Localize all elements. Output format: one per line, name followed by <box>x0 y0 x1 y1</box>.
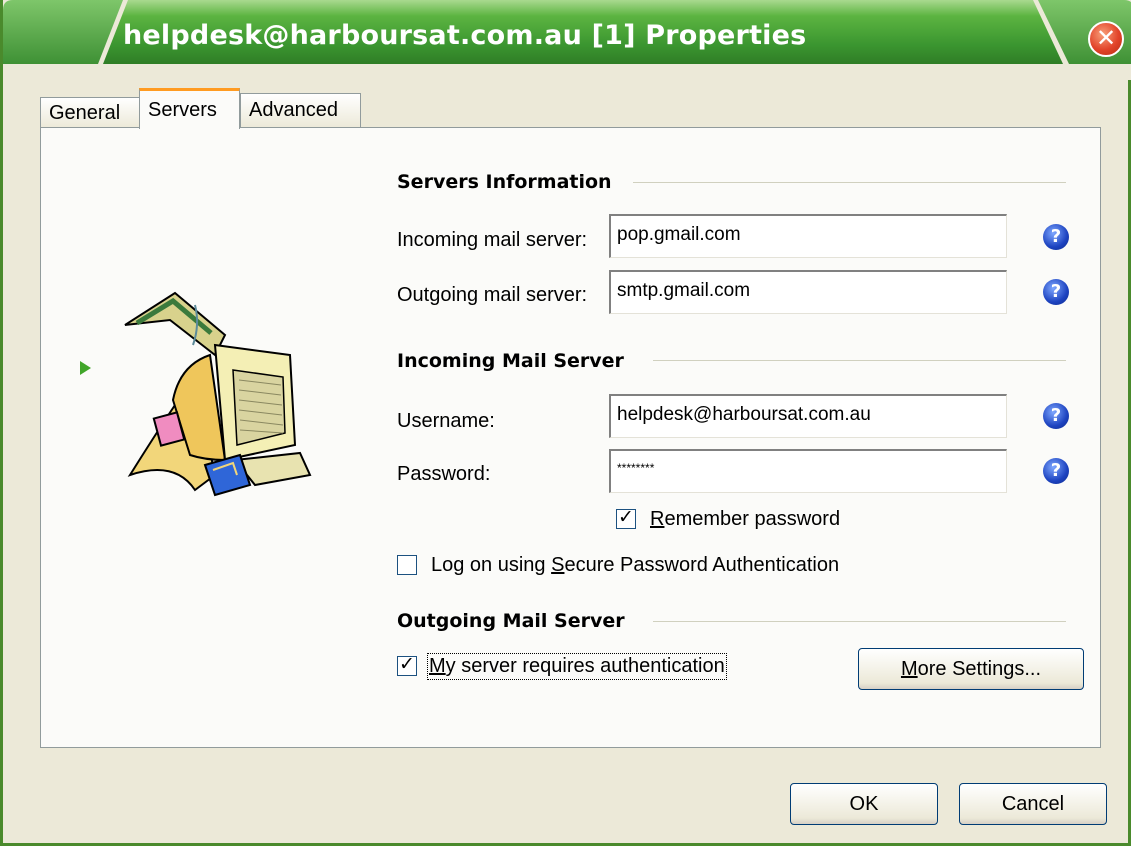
accelerator-key: M <box>429 655 446 677</box>
incoming-server-label: Incoming mail server: <box>397 229 588 251</box>
close-icon: ✕ <box>1095 24 1117 52</box>
cancel-label: Cancel <box>1001 793 1065 815</box>
close-button[interactable]: ✕ <box>1088 21 1124 57</box>
password-label: Password: <box>397 463 491 485</box>
help-icon[interactable]: ? <box>1043 403 1069 429</box>
spa-checkbox[interactable] <box>397 555 417 575</box>
play-arrow-icon <box>80 361 91 375</box>
spa-label[interactable]: Log on using Secure Password Authenticat… <box>431 554 839 577</box>
help-icon[interactable]: ? <box>1043 279 1069 305</box>
tab-servers[interactable]: Servers <box>139 88 240 129</box>
incoming-server-input[interactable]: pop.gmail.com <box>609 214 1007 258</box>
section-divider <box>653 621 1066 622</box>
remember-password-label[interactable]: Remember password <box>650 508 840 531</box>
outgoing-mail-server-heading: Outgoing Mail Server <box>397 610 625 632</box>
outgoing-server-input[interactable]: smtp.gmail.com <box>609 270 1007 314</box>
accelerator-key: R <box>650 508 665 530</box>
ok-label: OK <box>849 793 879 815</box>
label-rest: ecure Password Authentication <box>564 554 840 576</box>
window-title: helpdesk@harboursat.com.au [1] Propertie… <box>123 20 807 51</box>
accelerator-key: S <box>551 554 565 576</box>
label-rest: emember password <box>664 508 841 530</box>
help-icon[interactable]: ? <box>1043 224 1069 250</box>
mail-computer-illustration <box>124 291 312 497</box>
tab-servers-label: Servers <box>148 99 217 121</box>
tab-general[interactable]: General <box>40 97 141 128</box>
label-prefix: Log on using <box>431 554 552 576</box>
label-rest: ore Settings... <box>917 658 1042 680</box>
requires-auth-checkbox[interactable]: ✓ <box>397 653 417 676</box>
tab-advanced[interactable]: Advanced <box>240 93 361 128</box>
outgoing-server-label: Outgoing mail server: <box>397 284 588 306</box>
ok-button[interactable]: OK <box>790 783 938 825</box>
requires-auth-label[interactable]: My server requires authentication <box>427 653 727 680</box>
title-bar[interactable]: helpdesk@harboursat.com.au [1] Propertie… <box>3 0 1131 80</box>
tab-general-label: General <box>49 102 121 124</box>
section-divider <box>633 182 1066 183</box>
label-rest: y server requires authentication <box>445 655 725 677</box>
username-input[interactable]: helpdesk@harboursat.com.au <box>609 394 1007 438</box>
username-label: Username: <box>397 410 495 432</box>
help-icon[interactable]: ? <box>1043 458 1069 484</box>
accelerator-key: M <box>900 658 918 680</box>
properties-dialog: helpdesk@harboursat.com.au [1] Propertie… <box>0 0 1131 846</box>
incoming-mail-server-heading: Incoming Mail Server <box>397 350 624 372</box>
tab-advanced-label: Advanced <box>249 99 338 121</box>
section-divider <box>653 360 1066 361</box>
more-settings-button[interactable]: More Settings... <box>858 648 1084 690</box>
password-input[interactable]: ******** <box>609 449 1007 493</box>
cancel-button[interactable]: Cancel <box>959 783 1107 825</box>
remember-password-checkbox[interactable]: ✓ <box>616 506 636 529</box>
servers-information-heading: Servers Information <box>397 171 612 193</box>
